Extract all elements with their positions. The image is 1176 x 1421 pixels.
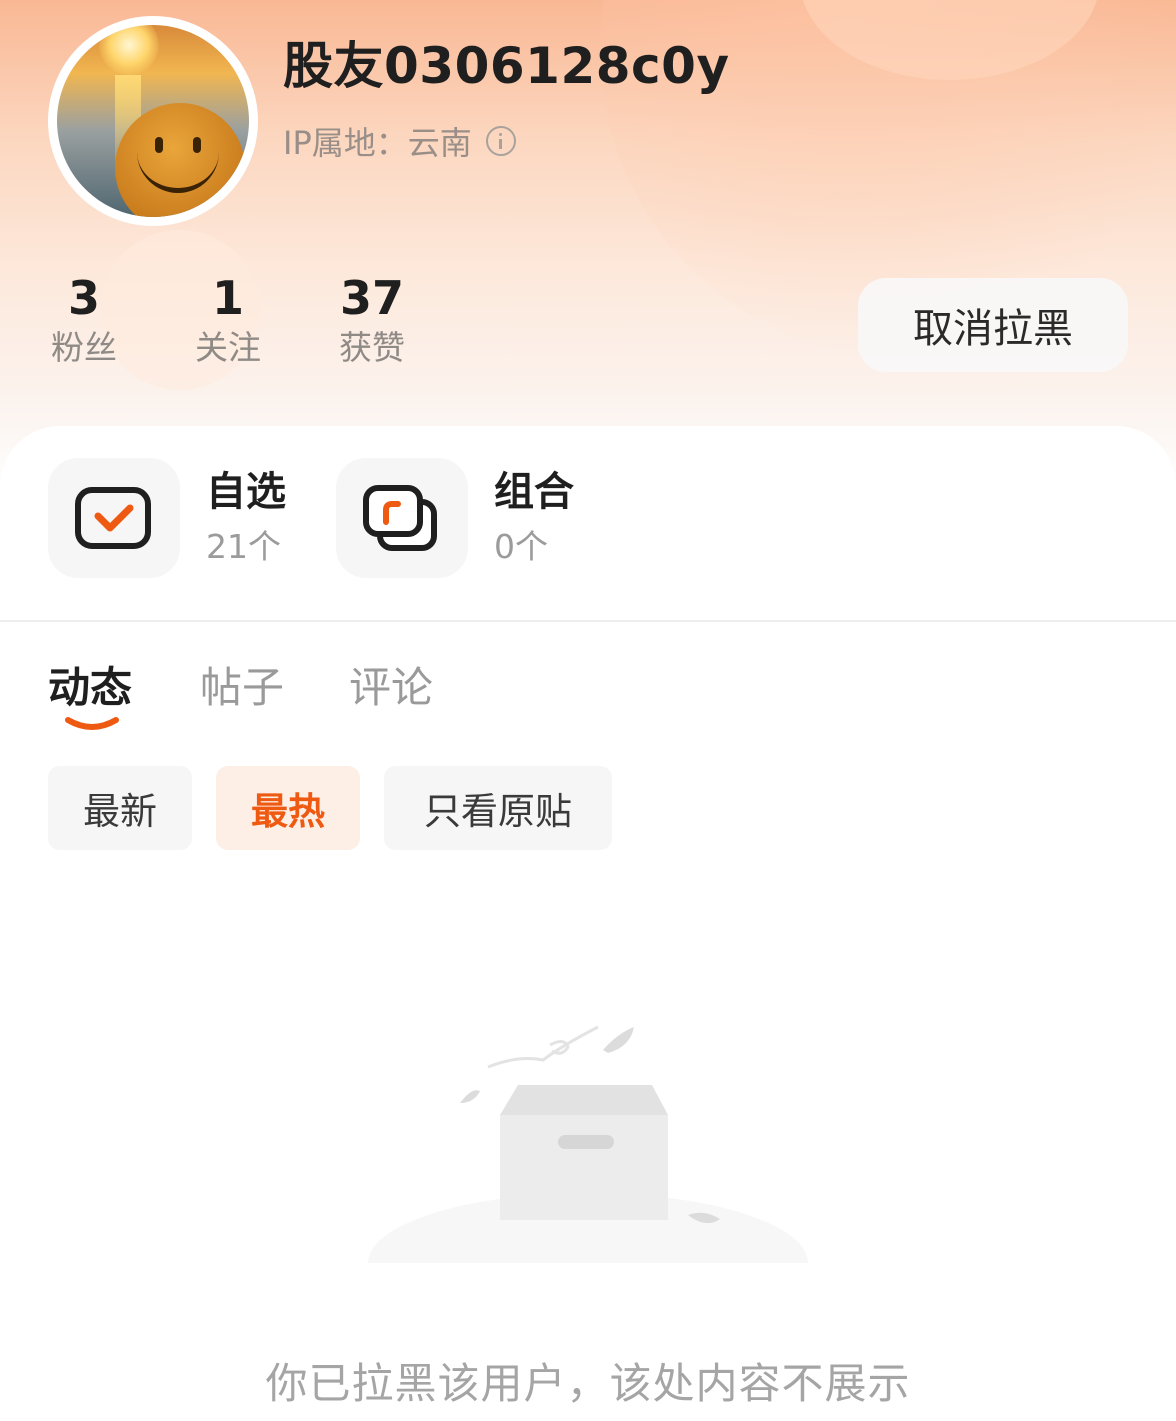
username: 股友0306128c0y: [283, 37, 730, 95]
features-card: 自选 21个 组合 0个: [0, 426, 1176, 622]
stat-following[interactable]: 1 关注: [188, 270, 268, 370]
info-icon[interactable]: [485, 126, 516, 156]
active-tab-indicator: [65, 717, 119, 730]
feature-title: 组合: [494, 469, 574, 515]
feature-watchlist[interactable]: 自选 21个: [48, 458, 286, 578]
stat-likes[interactable]: 37 获赞: [332, 270, 412, 370]
avatar-smiley-face: [115, 103, 245, 217]
stat-label: 关注: [195, 328, 261, 367]
avatar-smiley-mouth: [137, 143, 219, 193]
tab-posts[interactable]: 帖子: [200, 654, 284, 715]
portfolio-squares-icon: [336, 458, 468, 578]
filter-hottest[interactable]: 最热: [216, 766, 360, 850]
empty-box-icon: [368, 1025, 808, 1285]
ip-location-row: IP属地：云南: [283, 118, 516, 164]
section-divider: [0, 620, 1176, 622]
feature-count: 0个: [494, 527, 548, 566]
stat-value: 1: [211, 271, 244, 325]
stat-label: 粉丝: [51, 328, 117, 367]
feature-title: 自选: [206, 469, 286, 515]
tab-comments[interactable]: 评论: [349, 654, 433, 715]
ip-location-text: IP属地：云南: [283, 124, 472, 162]
stat-value: 3: [67, 271, 100, 325]
profile-page: 股友0306128c0y IP属地：云南 3 粉丝 1 关注 37 获赞 取消拉…: [0, 0, 1176, 1421]
stat-followers[interactable]: 3 粉丝: [44, 270, 124, 370]
avatar[interactable]: [48, 16, 258, 226]
tab-activity[interactable]: 动态: [48, 654, 132, 715]
filter-original-only[interactable]: 只看原贴: [384, 766, 612, 850]
watchlist-check-icon: [48, 458, 180, 578]
avatar-sun: [99, 25, 159, 75]
feature-count: 21个: [206, 527, 281, 566]
empty-state-message: 你已拉黑该用户，该处内容不展示: [265, 1359, 911, 1408]
feature-portfolio[interactable]: 组合 0个: [336, 458, 574, 578]
stat-label: 获赞: [339, 328, 405, 367]
stat-value: 37: [339, 271, 404, 325]
feature-text: 自选 21个: [206, 463, 286, 573]
filter-latest[interactable]: 最新: [48, 766, 192, 850]
avatar-image: [57, 25, 249, 217]
unblock-button[interactable]: 取消拉黑: [858, 278, 1128, 372]
feature-text: 组合 0个: [494, 463, 574, 573]
